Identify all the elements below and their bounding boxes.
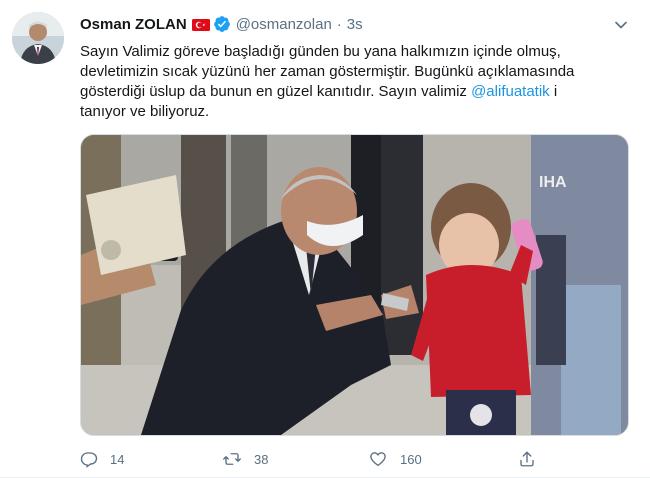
tweet[interactable]: Osman ZOLAN @osmanzolan · 3s Sayın Valim…: [0, 0, 650, 478]
tweet-text-line: tanıyor ve biliyoruz.: [80, 103, 210, 120]
tweet-text-line: Sayın Valimiz göreve başladığı günden bu…: [80, 43, 561, 60]
like-button[interactable]: 160: [368, 448, 422, 470]
tweet-text-line: devletimizin sıcak yüzünü her zaman göst…: [80, 63, 575, 80]
tweet-text-segment: gösterdiği üslup da bunun en güzel kanıt…: [80, 83, 472, 100]
turkey-flag-icon: [191, 18, 210, 31]
reply-count: 14: [110, 451, 125, 467]
retweet-button[interactable]: 38: [222, 448, 268, 470]
author-handle[interactable]: @osmanzolan: [236, 16, 332, 33]
tweet-text: Sayın Valimiz göreve başladığı günden bu…: [80, 42, 625, 122]
heart-icon: [370, 452, 386, 467]
retweet-count: 38: [254, 451, 269, 467]
tweet-text-segment: i: [549, 83, 558, 100]
tweet-media[interactable]: IHA: [80, 134, 629, 436]
verified-badge-icon: [213, 15, 231, 33]
like-count: 160: [400, 451, 422, 467]
more-options-button[interactable]: [608, 12, 634, 38]
tweet-timestamp[interactable]: 3s: [347, 16, 363, 33]
tweet-text-line: gösterdiği üslup da bunun en güzel kanıt…: [80, 82, 625, 102]
avatar[interactable]: [12, 12, 64, 64]
share-button[interactable]: [518, 448, 536, 470]
share-icon: [520, 451, 534, 467]
author-name[interactable]: Osman ZOLAN: [80, 16, 187, 33]
media-watermark: IHA: [539, 174, 567, 191]
mention-link[interactable]: @alifuatatik: [471, 83, 550, 100]
tweet-actions: 14 38 160: [80, 448, 550, 470]
reply-icon: [80, 452, 98, 468]
avatar-image: [12, 12, 64, 64]
separator-dot: ·: [336, 15, 342, 33]
reply-button[interactable]: 14: [80, 448, 124, 470]
chevron-down-icon: [615, 21, 627, 29]
tweet-header: Osman ZOLAN @osmanzolan · 3s: [80, 14, 363, 34]
retweet-icon: [223, 453, 241, 465]
media-image: IHA: [81, 135, 628, 435]
